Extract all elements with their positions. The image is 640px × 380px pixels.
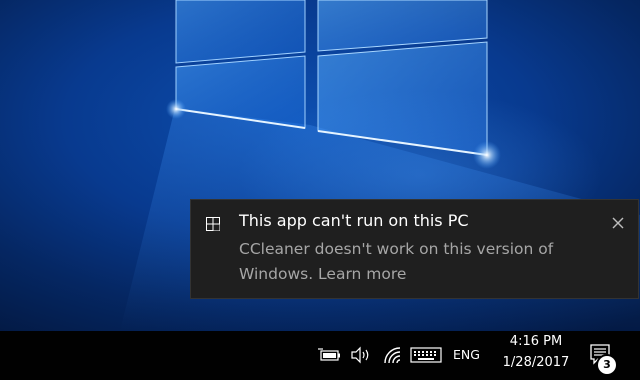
toast-body-line: CCleaner doesn't work on this version of xyxy=(239,240,554,258)
screen: This app can't run on this PC CCleaner d… xyxy=(0,0,640,380)
taskbar: ENG 4:16 PM 1/28/2017 3 xyxy=(0,331,640,380)
toast-body-line: Windows. Learn more xyxy=(239,265,407,283)
close-icon[interactable] xyxy=(609,214,627,232)
clock-date[interactable]: 1/28/2017 xyxy=(498,355,574,370)
light-flare xyxy=(166,99,186,119)
toast-title: This app can't run on this PC xyxy=(239,211,469,230)
window-pane-upper-left xyxy=(175,0,306,64)
keyboard-icon[interactable] xyxy=(410,347,442,363)
input-language[interactable]: ENG xyxy=(453,347,480,362)
battery-icon[interactable] xyxy=(318,348,342,362)
window-pane-upper-right xyxy=(317,0,488,52)
volume-icon[interactable] xyxy=(350,346,372,364)
toast-body[interactable]: CCleaner doesn't work on this version of… xyxy=(239,237,599,287)
clock-time[interactable]: 4:16 PM xyxy=(506,334,566,349)
toast-notification[interactable]: This app can't run on this PC CCleaner d… xyxy=(190,199,639,299)
wifi-icon[interactable] xyxy=(382,345,402,365)
notification-count-badge: 3 xyxy=(598,356,616,374)
app-window-icon xyxy=(206,217,220,231)
light-flare xyxy=(473,141,501,169)
